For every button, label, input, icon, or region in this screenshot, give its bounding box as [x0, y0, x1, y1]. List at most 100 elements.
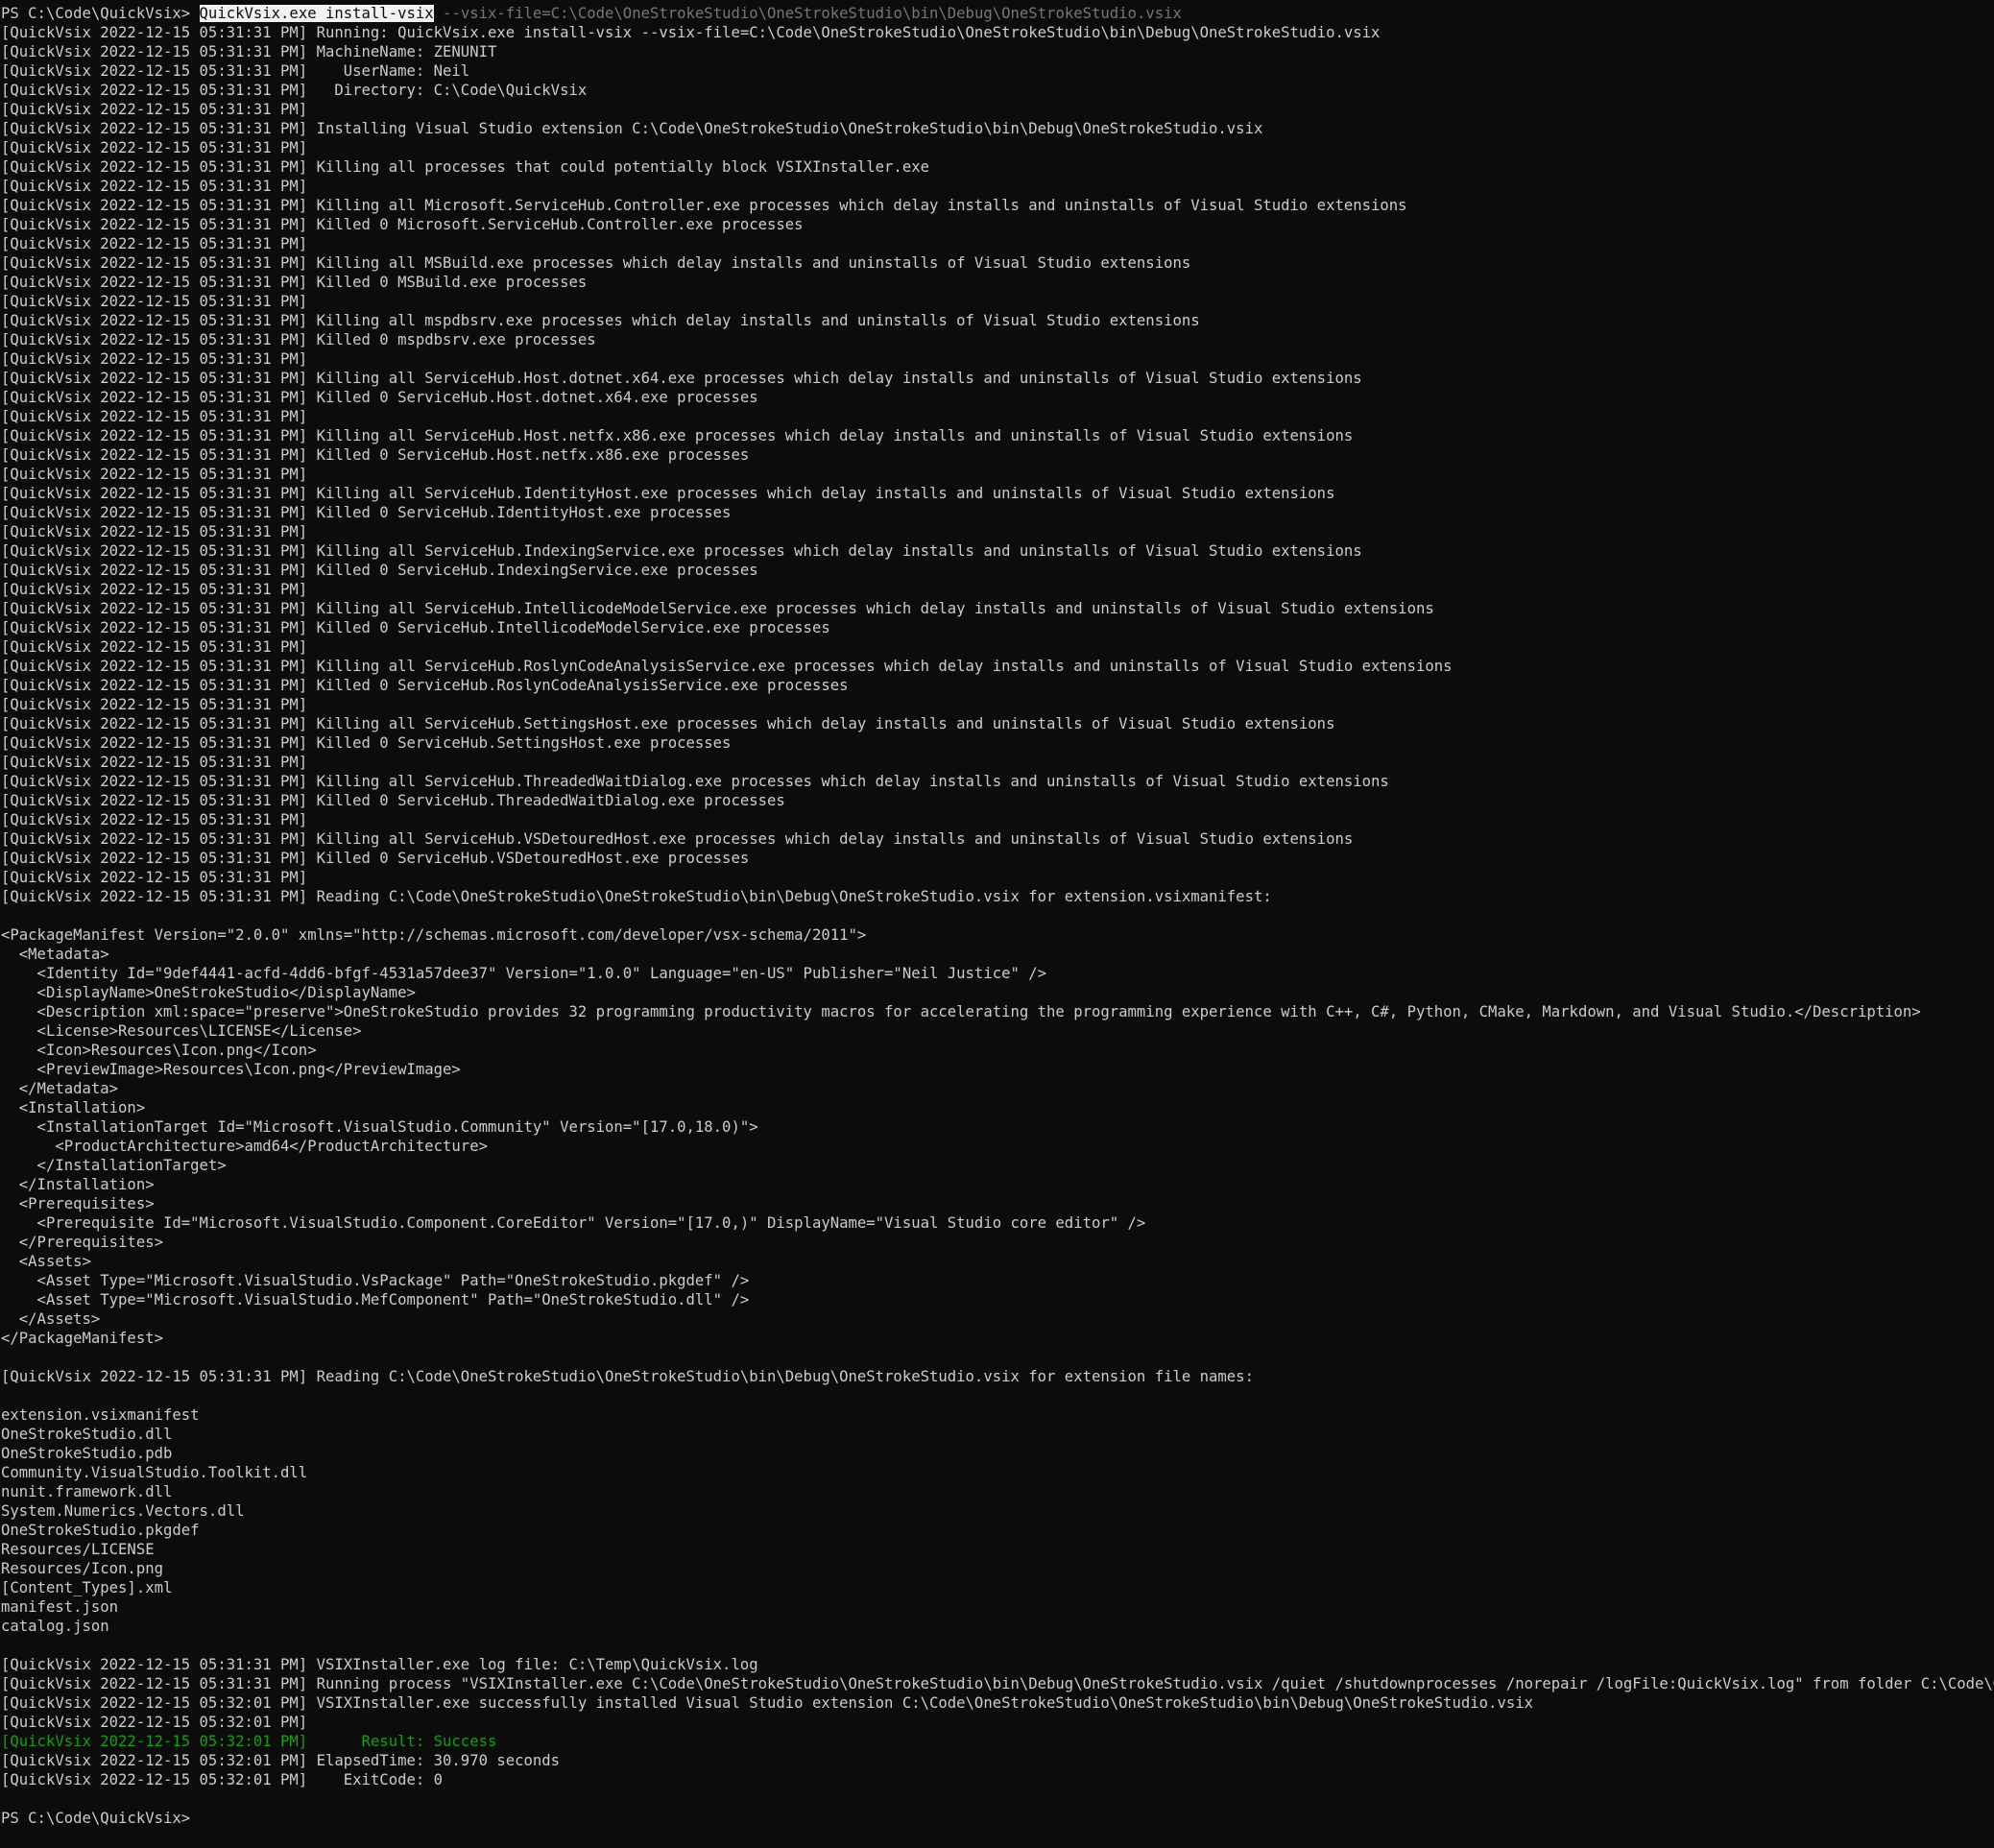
output-line: <Icon>Resources\Icon.png</Icon> [1, 1042, 317, 1059]
output-line: [QuickVsix 2022-12-15 05:31:31 PM] Kille… [1, 274, 588, 291]
output-line: [QuickVsix 2022-12-15 05:31:31 PM] Killi… [1, 600, 1434, 617]
output-line: </Metadata> [1, 1080, 119, 1097]
output-line: </InstallationTarget> [1, 1157, 227, 1174]
prompt-final: PS C:\Code\QuickVsix> [1, 1810, 200, 1827]
output-line: <Assets> [1, 1253, 91, 1270]
output-line: [QuickVsix 2022-12-15 05:31:31 PM] VSIXI… [1, 1656, 758, 1673]
output-line: [QuickVsix 2022-12-15 05:31:31 PM] Kille… [1, 389, 758, 406]
output-line: </Assets> [1, 1310, 101, 1328]
output-line: [QuickVsix 2022-12-15 05:31:31 PM] Readi… [1, 888, 1272, 905]
output-line: <Asset Type="Microsoft.VisualStudio.VsPa… [1, 1272, 750, 1289]
output-line: </Prerequisites> [1, 1234, 163, 1251]
output-line: Community.VisualStudio.Toolkit.dll [1, 1464, 308, 1481]
output-line: Resources/Icon.png [1, 1560, 163, 1577]
output-line: [QuickVsix 2022-12-15 05:31:31 PM] [1, 408, 308, 425]
output-line: [QuickVsix 2022-12-15 05:31:31 PM] Killi… [1, 427, 1354, 444]
output-line: [QuickVsix 2022-12-15 05:31:31 PM] [1, 869, 308, 886]
output-line: [QuickVsix 2022-12-15 05:31:31 PM] Killi… [1, 715, 1335, 732]
output-line: <Installation> [1, 1099, 146, 1116]
output-line: [QuickVsix 2022-12-15 05:32:01 PM] [1, 1714, 308, 1731]
output-line: extension.vsixmanifest [1, 1406, 200, 1424]
output-line: [QuickVsix 2022-12-15 05:31:31 PM] [1, 638, 308, 656]
output-line: [QuickVsix 2022-12-15 05:31:31 PM] [1, 466, 308, 483]
output-line: catalog.json [1, 1618, 109, 1635]
output-line: [QuickVsix 2022-12-15 05:31:31 PM] [1, 696, 308, 713]
output-line: <ProductArchitecture>amd64</ProductArchi… [1, 1138, 488, 1155]
output-line: [QuickVsix 2022-12-15 05:31:31 PM] Killi… [1, 370, 1362, 387]
output-line: [QuickVsix 2022-12-15 05:31:31 PM] Runni… [1, 24, 1381, 41]
terminal-window[interactable]: PS C:\Code\QuickVsix> QuickVsix.exe inst… [0, 0, 1994, 1848]
output-line: [QuickVsix 2022-12-15 05:31:31 PM] [1, 139, 308, 156]
output-line: <Asset Type="Microsoft.VisualStudio.MefC… [1, 1291, 750, 1308]
output-line: [QuickVsix 2022-12-15 05:31:31 PM] Killi… [1, 542, 1362, 560]
output-line: [QuickVsix 2022-12-15 05:31:31 PM] [1, 235, 308, 252]
output-line: [QuickVsix 2022-12-15 05:31:31 PM] [1, 350, 308, 368]
output-line: [QuickVsix 2022-12-15 05:31:31 PM] Killi… [1, 254, 1191, 272]
output-line: <Prerequisite Id="Microsoft.VisualStudio… [1, 1214, 1146, 1232]
output-line: [QuickVsix 2022-12-15 05:31:31 PM] Direc… [1, 82, 588, 99]
output-line: [QuickVsix 2022-12-15 05:31:31 PM] Insta… [1, 120, 1263, 137]
output-line: [QuickVsix 2022-12-15 05:31:31 PM] [1, 178, 308, 195]
output-line: [QuickVsix 2022-12-15 05:31:31 PM] Kille… [1, 331, 596, 348]
output-line: nunit.framework.dll [1, 1483, 173, 1500]
output-line: <Identity Id="9def4441-acfd-4dd6-bfgf-45… [1, 965, 1047, 982]
command-line[interactable]: PS C:\Code\QuickVsix> QuickVsix.exe inst… [1, 4, 1994, 23]
output-line: [QuickVsix 2022-12-15 05:31:31 PM] [1, 811, 308, 828]
output-line: [QuickVsix 2022-12-15 05:31:31 PM] Kille… [1, 792, 785, 809]
output-line: <License>Resources\LICENSE</License> [1, 1022, 362, 1040]
output-line: <PackageManifest Version="2.0.0" xmlns="… [1, 926, 867, 944]
output-line: [QuickVsix 2022-12-15 05:32:01 PM] ExitC… [1, 1771, 444, 1788]
output-line: OneStrokeStudio.pkgdef [1, 1522, 200, 1539]
output-line: [QuickVsix 2022-12-15 05:32:01 PM] Elaps… [1, 1752, 561, 1769]
output-line: [QuickVsix 2022-12-15 05:31:31 PM] Readi… [1, 1368, 1254, 1385]
command-suggestion-text: --vsix-file=C:\Code\OneStrokeStudio\OneS… [433, 5, 1182, 22]
output-line: [QuickVsix 2022-12-15 05:31:31 PM] Killi… [1, 485, 1335, 502]
output-line: [QuickVsix 2022-12-15 05:31:31 PM] [1, 581, 308, 598]
output-line: manifest.json [1, 1598, 119, 1616]
output-line: [QuickVsix 2022-12-15 05:31:31 PM] Killi… [1, 658, 1453, 675]
output-line: OneStrokeStudio.dll [1, 1426, 173, 1443]
output-line: [QuickVsix 2022-12-15 05:31:31 PM] [1, 523, 308, 540]
output-line: [QuickVsix 2022-12-15 05:31:31 PM] Kille… [1, 677, 849, 694]
terminal-output: [QuickVsix 2022-12-15 05:31:31 PM] Runni… [1, 23, 1994, 1809]
output-line: [QuickVsix 2022-12-15 05:31:31 PM] Killi… [1, 773, 1389, 790]
output-line: [QuickVsix 2022-12-15 05:31:31 PM] Killi… [1, 830, 1354, 848]
selected-command-text[interactable]: QuickVsix.exe install-vsix [199, 5, 434, 22]
output-line: <PreviewImage>Resources\Icon.png</Previe… [1, 1061, 461, 1078]
output-line: <Metadata> [1, 946, 109, 963]
output-line: [QuickVsix 2022-12-15 05:31:31 PM] [1, 754, 308, 771]
output-line: [QuickVsix 2022-12-15 05:31:31 PM] Kille… [1, 216, 804, 233]
output-line: [QuickVsix 2022-12-15 05:31:31 PM] Machi… [1, 43, 497, 60]
text-cursor [200, 1809, 208, 1826]
output-line: [QuickVsix 2022-12-15 05:32:01 PM] Resul… [1, 1733, 497, 1750]
output-line: [QuickVsix 2022-12-15 05:31:31 PM] Killi… [1, 158, 929, 176]
output-line: <DisplayName>OneStrokeStudio</DisplayNam… [1, 984, 416, 1001]
output-line: [QuickVsix 2022-12-15 05:31:31 PM] Killi… [1, 312, 1200, 329]
output-line: [QuickVsix 2022-12-15 05:31:31 PM] UserN… [1, 62, 470, 80]
output-line: [QuickVsix 2022-12-15 05:31:31 PM] Kille… [1, 734, 732, 752]
output-line: [QuickVsix 2022-12-15 05:31:31 PM] Runni… [1, 1675, 1994, 1692]
output-line: Resources/LICENSE [1, 1541, 155, 1558]
output-line: [QuickVsix 2022-12-15 05:31:31 PM] Kille… [1, 504, 732, 521]
output-line: [Content_Types].xml [1, 1579, 173, 1596]
output-line: OneStrokeStudio.pdb [1, 1445, 173, 1462]
output-line: [QuickVsix 2022-12-15 05:31:31 PM] Kille… [1, 619, 830, 636]
output-line: [QuickVsix 2022-12-15 05:31:31 PM] Kille… [1, 850, 750, 867]
output-line: [QuickVsix 2022-12-15 05:32:01 PM] VSIXI… [1, 1694, 1533, 1712]
output-line: <InstallationTarget Id="Microsoft.Visual… [1, 1118, 758, 1136]
output-line: <Description xml:space="preserve">OneStr… [1, 1003, 1921, 1020]
output-line: [QuickVsix 2022-12-15 05:31:31 PM] [1, 293, 308, 310]
output-line: </Installation> [1, 1176, 155, 1193]
final-prompt-line[interactable]: PS C:\Code\QuickVsix> [1, 1809, 1994, 1828]
output-line: System.Numerics.Vectors.dll [1, 1502, 245, 1520]
output-line: [QuickVsix 2022-12-15 05:31:31 PM] Kille… [1, 562, 758, 579]
output-line: [QuickVsix 2022-12-15 05:31:31 PM] Killi… [1, 197, 1407, 214]
output-line: [QuickVsix 2022-12-15 05:31:31 PM] Kille… [1, 446, 750, 464]
output-line: [QuickVsix 2022-12-15 05:31:31 PM] [1, 101, 308, 118]
prompt-initial: PS C:\Code\QuickVsix> [1, 5, 200, 22]
